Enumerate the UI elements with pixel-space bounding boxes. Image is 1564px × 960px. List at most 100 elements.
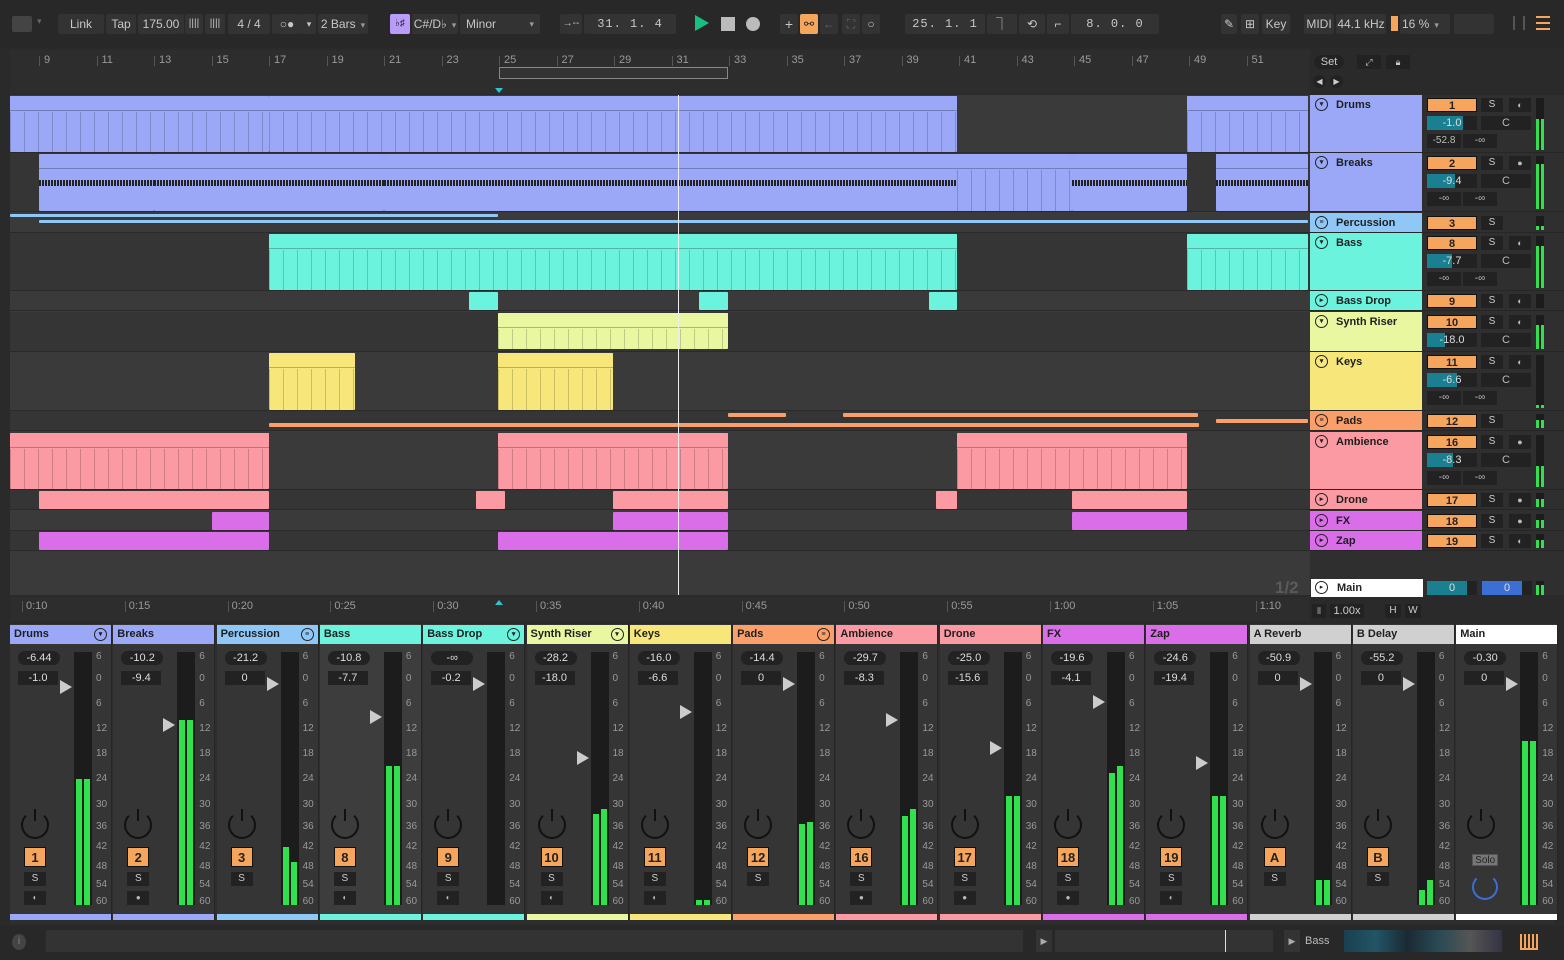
- channel-title[interactable]: Synth Riser ▾: [526, 625, 628, 644]
- tempo-field[interactable]: 175.00: [138, 14, 184, 34]
- loop-toggle-button[interactable]: ⟲: [1019, 14, 1045, 34]
- clip[interactable]: [269, 353, 355, 410]
- arm-button[interactable]: ◐: [1509, 294, 1531, 308]
- clip-overview[interactable]: [1055, 930, 1273, 952]
- arm-button[interactable]: ●: [1057, 891, 1079, 905]
- clip[interactable]: [1216, 154, 1308, 211]
- solo-button[interactable]: S: [1160, 872, 1183, 886]
- track-activator-button[interactable]: 9: [1427, 294, 1477, 308]
- track-header[interactable]: ▾ Bass 8 S ◐ -7.7 C -∞ -∞: [1310, 233, 1564, 291]
- track-pan-field[interactable]: C: [1481, 116, 1531, 130]
- volume-field[interactable]: -18.0: [534, 671, 575, 685]
- clip[interactable]: [929, 292, 957, 310]
- volume-field[interactable]: 0: [1360, 671, 1401, 685]
- device-play-icon[interactable]: ▶: [1284, 930, 1300, 952]
- track-name[interactable]: ▾ Breaks: [1310, 153, 1422, 211]
- midi-map-button[interactable]: MIDI: [1304, 14, 1334, 34]
- clip[interactable]: [469, 292, 498, 310]
- volume-fader-handle[interactable]: [989, 740, 1002, 755]
- clip[interactable]: [10, 96, 269, 152]
- track-activator-button[interactable]: 17: [953, 847, 976, 867]
- track-activator-button[interactable]: 19: [1427, 534, 1477, 548]
- solo-button[interactable]: S: [1057, 872, 1079, 886]
- track-activator-button[interactable]: 18: [1427, 514, 1477, 528]
- solo-button[interactable]: S: [1481, 414, 1503, 428]
- nudge-up-button[interactable]: ||||: [205, 14, 225, 34]
- lock-icon[interactable]: 🔒︎: [1386, 55, 1410, 69]
- clip[interactable]: [1187, 96, 1308, 152]
- follow-button[interactable]: →--: [560, 14, 582, 34]
- solo-button[interactable]: S: [540, 872, 563, 886]
- add-button[interactable]: +: [780, 14, 798, 34]
- track-activator-button[interactable]: 1: [1427, 98, 1477, 112]
- collapse-icon[interactable]: ▾: [1315, 315, 1328, 328]
- clip[interactable]: [212, 512, 269, 530]
- track-activator-button[interactable]: 16: [1427, 435, 1477, 449]
- song-position-field[interactable]: 31. 1. 4: [584, 14, 676, 34]
- track-header[interactable]: ≡ Pads 12 S: [1310, 411, 1564, 431]
- track-volume-field[interactable]: -1.0: [1427, 116, 1477, 130]
- loop-brace[interactable]: [499, 67, 728, 79]
- capture-button[interactable]: ⛶: [842, 14, 860, 34]
- expand-icon[interactable]: ▸: [1315, 294, 1328, 307]
- channel-title[interactable]: Ambience: [836, 625, 938, 644]
- collapse-icon[interactable]: ▾: [1315, 355, 1328, 368]
- computer-keyboard-button[interactable]: ⊞: [1241, 14, 1259, 34]
- clip[interactable]: [1072, 154, 1187, 211]
- expand-icon[interactable]: ▸: [1315, 493, 1328, 506]
- track-volume-field[interactable]: -7.7: [1427, 254, 1477, 268]
- volume-fader-handle[interactable]: [266, 677, 279, 692]
- track-activator-button[interactable]: 3: [230, 847, 253, 867]
- track-pan-field[interactable]: C: [1481, 453, 1531, 467]
- clip[interactable]: [1072, 491, 1187, 509]
- send-a-field[interactable]: -∞: [1427, 192, 1461, 206]
- clip[interactable]: [936, 491, 957, 509]
- solo-button[interactable]: S: [1481, 236, 1503, 250]
- track-name[interactable]: ≡ Percussion: [1310, 213, 1422, 232]
- clip[interactable]: [476, 491, 505, 509]
- volume-fader-handle[interactable]: [1402, 677, 1415, 692]
- peak-level-display[interactable]: -16.0: [637, 651, 680, 665]
- track-volume-field[interactable]: -18.0: [1427, 333, 1477, 347]
- start-marker-icon[interactable]: [495, 88, 503, 93]
- volume-field[interactable]: -15.6: [947, 671, 988, 685]
- solo-button[interactable]: S: [1481, 98, 1503, 112]
- clip[interactable]: [728, 413, 786, 417]
- clip[interactable]: [498, 433, 728, 489]
- play-button[interactable]: [695, 15, 709, 31]
- peak-level-display[interactable]: -19.6: [1051, 651, 1093, 665]
- pan-knob[interactable]: [1157, 809, 1186, 839]
- solo-button[interactable]: S: [643, 872, 666, 886]
- track-activator-button[interactable]: A: [1263, 847, 1286, 867]
- track-name[interactable]: ▸ Bass Drop: [1310, 291, 1422, 310]
- collapse-icon[interactable]: ▾: [1315, 435, 1328, 448]
- clip[interactable]: [269, 423, 1199, 427]
- solo-button[interactable]: S: [1481, 315, 1503, 329]
- peak-level-display[interactable]: -10.2: [121, 651, 164, 665]
- volume-fader-handle[interactable]: [60, 679, 72, 694]
- track-name[interactable]: ▸ Zap: [1310, 531, 1422, 550]
- quantization-dropdown[interactable]: 2 Bars: [318, 14, 368, 34]
- clip[interactable]: [1216, 419, 1308, 423]
- track-header[interactable]: ▾ Synth Riser 10 S ◐ -18.0 C: [1310, 312, 1564, 352]
- clip[interactable]: [498, 313, 728, 349]
- arm-button[interactable]: ◐: [540, 891, 563, 905]
- track-header[interactable]: ▾ Breaks 2 S ● -9.4 C -∞ -∞: [1310, 153, 1564, 212]
- track-header[interactable]: ▾ Keys 11 S ◐ -6.6 C -∞ -∞: [1310, 352, 1564, 411]
- track-activator-button[interactable]: 11: [1427, 355, 1477, 369]
- track-header[interactable]: ▸ Bass Drop 9 S ◐: [1310, 291, 1564, 311]
- session-record-button[interactable]: ○: [862, 14, 880, 34]
- track-lane-bass-drop[interactable]: [10, 291, 1310, 311]
- track-activator-button[interactable]: 18: [1057, 847, 1079, 867]
- peak-level-display[interactable]: -50.9: [1257, 651, 1300, 665]
- solo-button[interactable]: S: [1481, 493, 1503, 507]
- arm-button[interactable]: ◐: [24, 891, 46, 905]
- spectrum-icon[interactable]: [1520, 934, 1538, 950]
- solo-button[interactable]: S: [127, 872, 150, 886]
- time-signature-field[interactable]: 4 / 4: [228, 14, 270, 34]
- clip[interactable]: [154, 154, 384, 211]
- collapse-icon[interactable]: ▾: [1315, 156, 1328, 169]
- volume-fader-handle[interactable]: [783, 677, 796, 692]
- volume-field[interactable]: -9.4: [121, 671, 162, 685]
- pan-knob[interactable]: [1467, 809, 1496, 839]
